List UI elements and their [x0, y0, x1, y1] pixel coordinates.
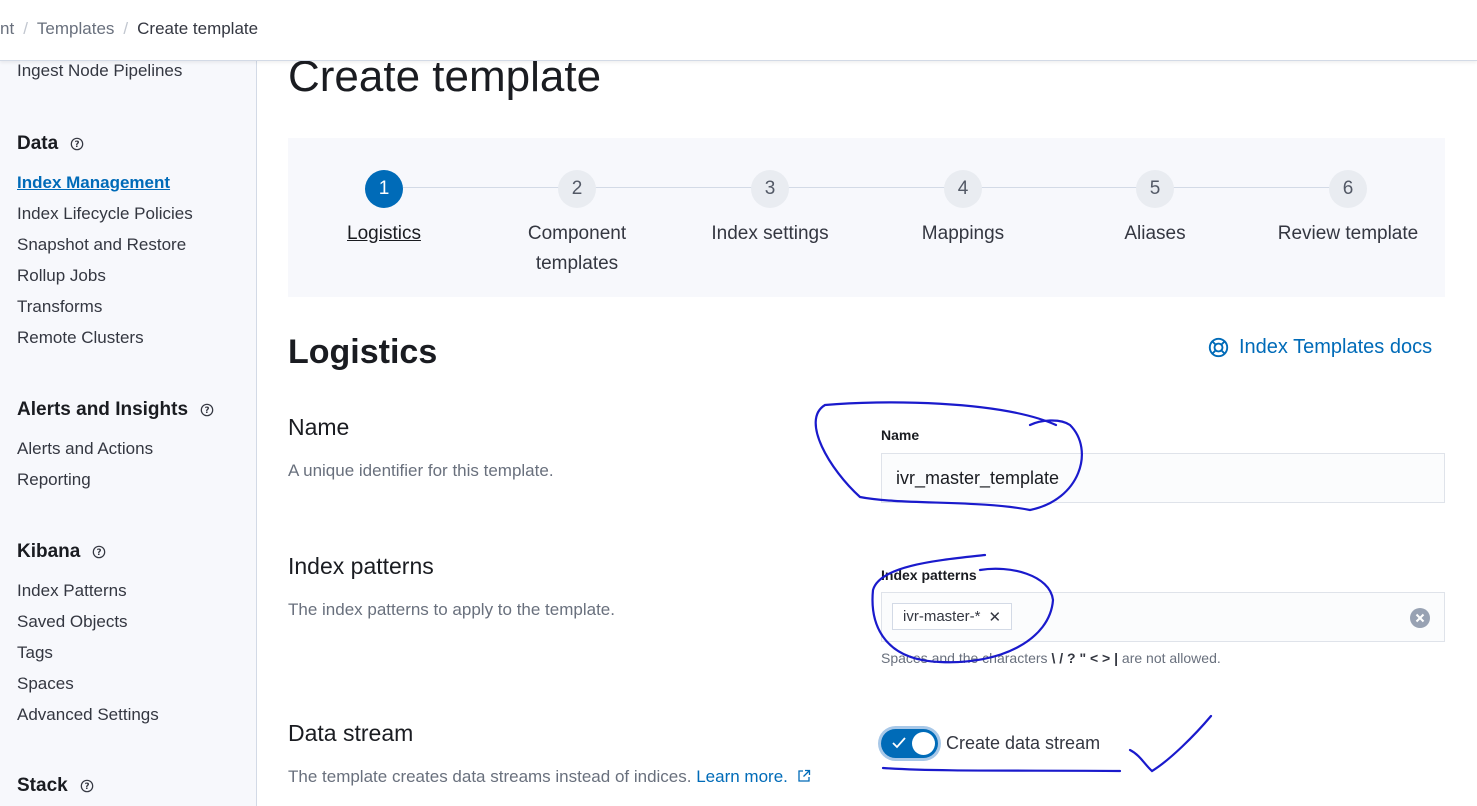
step-index-settings[interactable]: 3 Index settings [685, 170, 855, 249]
sidebar-item-alerts-and-actions[interactable]: Alerts and Actions [17, 439, 153, 459]
svg-text:?: ? [75, 140, 80, 150]
svg-text:?: ? [84, 782, 89, 792]
sidebar: Ingest Node Pipelines Data ? Index Manag… [0, 61, 257, 806]
sidebar-item-index-management[interactable]: Index Management [17, 173, 170, 193]
learn-more-link[interactable]: Learn more. [696, 767, 810, 786]
breadcrumb-item-create-template: Create template [137, 19, 259, 38]
sidebar-heading-stack: Stack ? [17, 775, 94, 797]
annotation-checkmark [1128, 714, 1213, 773]
name-section-description: A unique identifier for this template. [288, 461, 554, 480]
index-patterns-section-description: The index patterns to apply to the templ… [288, 600, 615, 619]
sidebar-heading-alerts-and-insights: Alerts and Insights ? [17, 399, 214, 421]
header-bar: nt / Templates / Create template [0, 0, 1477, 61]
data-stream-section-title: Data stream [288, 720, 414, 746]
step-number: 6 [1329, 170, 1367, 208]
svg-text:?: ? [97, 548, 102, 558]
breadcrumb-item-templates[interactable]: Templates [37, 19, 114, 39]
breadcrumb-separator: / [23, 19, 28, 38]
sidebar-item-tags[interactable]: Tags [17, 643, 53, 663]
sidebar-heading-label: Kibana [17, 541, 81, 562]
sidebar-item-index-lifecycle-policies[interactable]: Index Lifecycle Policies [17, 204, 193, 224]
clear-icon[interactable] [1410, 608, 1430, 628]
docs-link-label: Index Templates docs [1239, 336, 1433, 358]
sidebar-item-remote-clusters[interactable]: Remote Clusters [17, 328, 144, 348]
index-pattern-pill: ivr-master-* ✕ [892, 603, 1013, 630]
sidebar-heading-label: Data [17, 133, 59, 154]
index-patterns-field-label: Index patterns [881, 567, 977, 583]
index-patterns-section-title: Index patterns [288, 553, 434, 579]
name-field-label: Name [881, 427, 920, 443]
sidebar-heading-data: Data ? [17, 133, 84, 155]
step-aliases[interactable]: 5 Aliases [1070, 170, 1240, 249]
steps-bar: 1 Logistics 2 Component templates 3 Inde… [288, 138, 1445, 297]
sidebar-heading-label: Stack [17, 775, 68, 796]
step-title: Logistics [347, 223, 421, 244]
step-logistics[interactable]: 1 Logistics [299, 170, 469, 249]
sidebar-heading-kibana: Kibana ? [17, 541, 106, 563]
help-icon[interactable]: ? [80, 779, 94, 793]
step-title: Component templates [527, 223, 627, 274]
close-icon[interactable]: ✕ [989, 608, 1002, 626]
sidebar-item-ingest-node-pipelines[interactable]: Ingest Node Pipelines [17, 61, 182, 81]
name-section-title: Name [288, 414, 350, 440]
lifebuoy-icon [1208, 337, 1229, 358]
name-input[interactable] [881, 453, 1445, 503]
learn-more-label: Learn more. [696, 767, 788, 786]
step-title: Index settings [711, 223, 829, 244]
data-stream-section-description: The template creates data streams instea… [288, 767, 811, 787]
create-data-stream-switch[interactable] [881, 729, 938, 758]
section-title-logistics: Logistics [288, 333, 438, 371]
switch-knob [912, 732, 935, 755]
sidebar-item-saved-objects[interactable]: Saved Objects [17, 612, 128, 632]
step-number: 3 [751, 170, 789, 208]
help-text-chars: \ / ? " < > | [1051, 650, 1119, 666]
sidebar-item-rollup-jobs[interactable]: Rollup Jobs [17, 266, 106, 286]
index-pattern-pill-label: ivr-master-* [903, 608, 981, 625]
create-data-stream-label: Create data stream [946, 733, 1101, 753]
sidebar-item-transforms[interactable]: Transforms [17, 297, 102, 317]
svg-text:?: ? [204, 406, 209, 416]
step-component-templates[interactable]: 2 Component templates [492, 170, 662, 279]
step-title: Review template [1277, 223, 1419, 244]
external-link-icon [797, 769, 810, 782]
index-patterns-combobox[interactable]: ivr-master-* ✕ [881, 592, 1445, 642]
help-icon[interactable]: ? [200, 403, 214, 417]
breadcrumb-item-management[interactable]: nt [0, 19, 14, 39]
annotation-underline-data-stream [881, 766, 1122, 773]
clear-x-glyph [1415, 613, 1425, 623]
sidebar-item-advanced-settings[interactable]: Advanced Settings [17, 705, 159, 725]
step-number: 1 [365, 170, 403, 208]
breadcrumb: nt / Templates / Create template [0, 19, 258, 39]
help-text-prefix: Spaces and the characters [881, 650, 1048, 666]
sidebar-item-index-patterns[interactable]: Index Patterns [17, 581, 127, 601]
sidebar-item-spaces[interactable]: Spaces [17, 674, 74, 694]
sidebar-heading-label: Alerts and Insights [17, 399, 189, 420]
step-number: 2 [558, 170, 596, 208]
help-icon[interactable]: ? [70, 137, 84, 151]
breadcrumb-separator: / [123, 19, 129, 38]
step-number: 5 [1136, 170, 1174, 208]
data-stream-description-text: The template creates data streams instea… [288, 767, 692, 786]
step-title: Mappings [921, 223, 1005, 244]
step-mappings[interactable]: 4 Mappings [878, 170, 1048, 249]
help-text-suffix: are not allowed. [1121, 650, 1221, 666]
index-templates-docs-link[interactable]: Index Templates docs [1208, 336, 1432, 359]
step-number: 4 [944, 170, 982, 208]
index-patterns-help-text: Spaces and the characters \ / ? " < > | … [881, 650, 1221, 666]
help-icon[interactable]: ? [92, 545, 106, 559]
check-icon [892, 737, 906, 749]
step-review-template[interactable]: 6 Review template [1263, 170, 1433, 249]
step-title: Aliases [1124, 223, 1186, 244]
sidebar-item-snapshot-and-restore[interactable]: Snapshot and Restore [17, 235, 186, 255]
sidebar-item-reporting[interactable]: Reporting [17, 470, 91, 490]
